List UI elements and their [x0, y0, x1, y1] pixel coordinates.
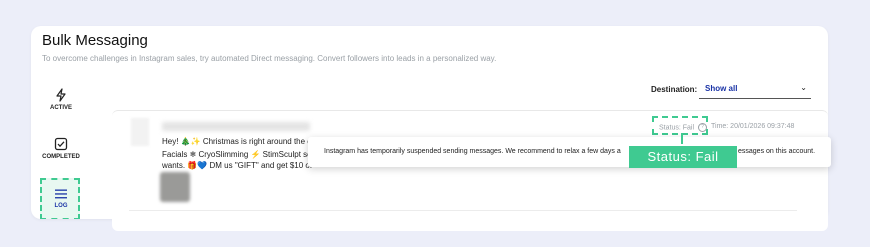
page-title: Bulk Messaging [42, 32, 148, 49]
chevron-down-icon: ⌄ [800, 83, 807, 92]
message-text-line: Hey! 🎄✨ Christmas is right around the c [162, 137, 312, 146]
recipient-name-blurred [162, 122, 310, 131]
destination-label: Destination: [651, 85, 698, 94]
callout-connector [681, 133, 683, 144]
sidebar-item-label: LOG [54, 203, 68, 209]
lightning-icon [56, 88, 66, 102]
sidebar-item-label: COMPLETED [42, 154, 80, 160]
destination-value: Show all [705, 84, 738, 93]
sidebar-item-log[interactable]: LOG [31, 188, 91, 209]
menu-icon [55, 189, 67, 199]
status-label: Status: Fail [659, 124, 695, 132]
tooltip-text: Instagram has temporarily suspended send… [324, 148, 621, 155]
status-callout: Status: Fail [629, 146, 737, 168]
divider [129, 210, 797, 211]
sidebar-item-label: ACTIVE [49, 105, 72, 111]
destination-select[interactable]: Show all ⌄ [699, 80, 811, 99]
help-icon[interactable]: ? [697, 123, 707, 132]
error-tooltip: Instagram has temporarily suspended send… [308, 137, 831, 167]
checkbox-icon [54, 137, 68, 151]
sidebar-item-active[interactable]: ACTIVE [31, 88, 91, 111]
timestamp: Time: 20/01/2026 09:37:48 [711, 123, 795, 130]
message-text-line: wants. 🎁💙 DM us "GIFT" and get $10 of [162, 161, 313, 170]
message-image [160, 172, 190, 202]
message-text-line: Facials ❄ CryoSlimming ⚡ StimSculpt see [162, 150, 317, 159]
sidebar-item-completed[interactable]: COMPLETED [31, 137, 91, 160]
page-subtitle: To overcome challenges in Instagram sale… [42, 54, 497, 63]
avatar [131, 118, 149, 146]
status-text: Status: Fail ? [659, 123, 707, 132]
tooltip-text-end: essages on this account. [738, 148, 816, 155]
